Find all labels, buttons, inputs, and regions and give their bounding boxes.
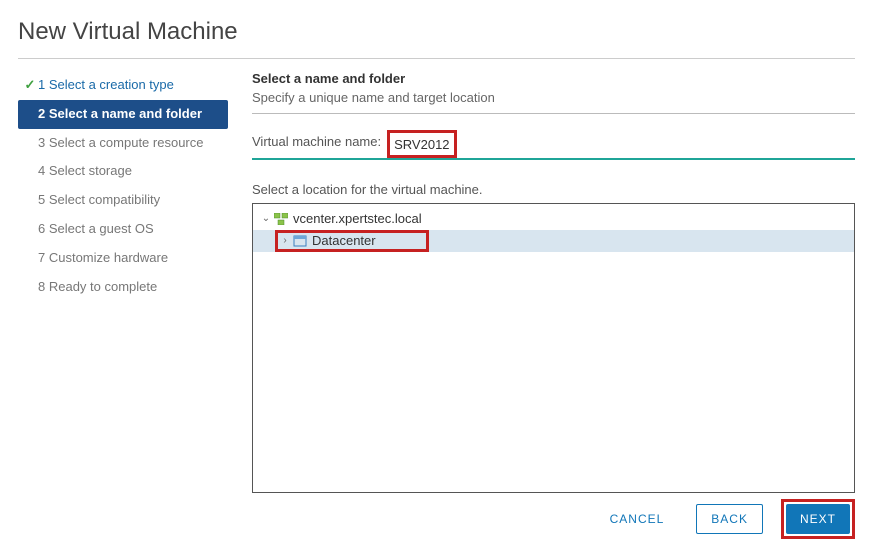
step-label: 7 Customize hardware xyxy=(38,248,168,269)
step-storage[interactable]: ✓ 4 Select storage xyxy=(18,157,228,186)
location-label: Select a location for the virtual machin… xyxy=(252,182,855,197)
chevron-right-icon[interactable]: › xyxy=(278,230,292,252)
next-button[interactable]: NEXT xyxy=(786,504,850,534)
step-label: 6 Select a guest OS xyxy=(38,219,154,240)
tree-node-label: vcenter.xpertstec.local xyxy=(293,208,422,230)
step-compatibility[interactable]: ✓ 5 Select compatibility xyxy=(18,186,228,215)
vm-name-label: Virtual machine name: xyxy=(252,134,381,155)
step-ready-complete[interactable]: ✓ 8 Ready to complete xyxy=(18,273,228,302)
step-compute-resource[interactable]: ✓ 3 Select a compute resource xyxy=(18,129,228,158)
cancel-button[interactable]: CANCEL xyxy=(596,504,679,534)
panel-heading: Select a name and folder xyxy=(252,71,855,86)
step-creation-type[interactable]: ✓ 1 Select a creation type xyxy=(18,71,228,100)
wizard-steps: ✓ 1 Select a creation type ✓ 2 Select a … xyxy=(18,71,228,493)
step-label: 2 Select a name and folder xyxy=(38,104,202,125)
dialog-title: New Virtual Machine xyxy=(18,10,855,59)
check-icon: ✓ xyxy=(22,75,38,96)
step-label: 1 Select a creation type xyxy=(38,75,174,96)
vcenter-icon xyxy=(273,212,289,226)
tree-node-vcenter[interactable]: ⌄ vcenter.xpertstec.local xyxy=(253,208,854,230)
back-button[interactable]: BACK xyxy=(696,504,763,534)
panel-subheading: Specify a unique name and target locatio… xyxy=(252,90,855,105)
vm-name-input[interactable] xyxy=(390,133,454,155)
step-customize-hardware[interactable]: ✓ 7 Customize hardware xyxy=(18,244,228,273)
datacenter-icon xyxy=(292,234,308,248)
tree-node-label: Datacenter xyxy=(312,230,376,252)
tree-node-datacenter[interactable]: › Datacenter xyxy=(253,230,854,252)
chevron-down-icon[interactable]: ⌄ xyxy=(259,208,273,230)
location-tree[interactable]: ⌄ vcenter.xpertstec.local › Datacenter xyxy=(252,203,855,493)
step-guest-os[interactable]: ✓ 6 Select a guest OS xyxy=(18,215,228,244)
step-name-folder[interactable]: ✓ 2 Select a name and folder xyxy=(18,100,228,129)
step-label: 4 Select storage xyxy=(38,161,132,182)
step-label: 8 Ready to complete xyxy=(38,277,157,298)
step-label: 5 Select compatibility xyxy=(38,190,160,211)
step-label: 3 Select a compute resource xyxy=(38,133,203,154)
